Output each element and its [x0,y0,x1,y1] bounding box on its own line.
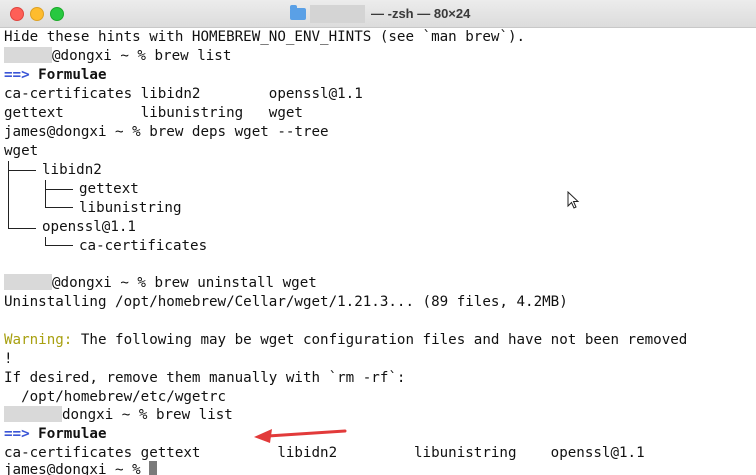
redacted-title [310,4,365,23]
prompt-command: @dongxi ~ % brew list [52,48,232,64]
warning-text: The following may be wget configuration … [72,332,688,348]
section-arrow: ==> [4,426,30,442]
tree-node-openssl: openssl@1.1 [42,219,136,235]
terminal-output[interactable]: Hide these hints with HOMEBREW_NO_ENV_HI… [0,28,756,475]
close-button[interactable] [10,7,24,21]
window-title: — -zsh — 80×24 [290,4,470,23]
path-line: /opt/homebrew/etc/wgetrc [4,389,227,405]
mouse-pointer-icon [567,191,580,209]
terminal-window: — -zsh — 80×24 Hide these hints with HOM… [0,0,756,475]
redacted-username [4,47,52,63]
list-row: gettext libunistring wget [4,105,303,121]
hint-line: If desired, remove them manually with `r… [4,370,406,386]
prompt-command: @dongxi ~ % brew uninstall wget [52,275,317,291]
formulae-header: ==> Formulae [4,425,107,443]
tree-connector [8,161,9,229]
tree-node-ca-certificates: ca-certificates [79,238,208,254]
tree-connector [45,207,73,208]
prompt-line: @dongxi ~ % brew uninstall wget [4,274,317,292]
list-row: ca-certificates gettext libidn2 libunist… [4,445,645,461]
prompt-line: james@dongxi ~ % brew deps wget --tree [4,124,329,140]
prompt-command: dongxi ~ % brew list [62,407,233,423]
tree-connector [8,170,36,171]
tree-node-libunistring: libunistring [79,200,182,216]
tree-node-libidn2: libidn2 [42,162,102,178]
tree-connector [8,228,36,229]
formulae-label: Formulae [29,426,107,442]
annotation-arrow-icon [254,429,347,443]
formulae-header: ==> Formulae [4,66,107,84]
tree-root: wget [4,143,39,159]
tree-node-gettext: gettext [79,181,139,197]
minimize-button[interactable] [30,7,44,21]
tree-connector [45,237,46,245]
uninstall-line: Uninstalling /opt/homebrew/Cellar/wget/1… [4,294,568,310]
tree-connector [45,245,73,246]
folder-icon [290,4,306,20]
tree-connector [45,189,73,190]
warning-label: Warning: [4,332,73,348]
window-title-text: — -zsh — 80×24 [371,6,471,21]
warning-line: Warning: The following may be wget confi… [4,331,687,349]
section-arrow: ==> [4,67,30,83]
prompt-line: dongxi ~ % brew list [4,406,233,424]
redacted-username [4,406,62,422]
bang-line: ! [4,351,13,367]
hint-line: Hide these hints with HOMEBREW_NO_ENV_HI… [4,29,526,45]
tree-connector [45,180,46,207]
text-cursor [149,461,158,475]
title-bar: — -zsh — 80×24 [0,0,756,28]
formulae-label: Formulae [29,67,107,83]
prompt-text: james@dongxi ~ % [4,462,150,475]
prompt-line: @dongxi ~ % brew list [4,47,231,65]
list-row: ca-certificates libidn2 openssl@1.1 [4,86,363,102]
maximize-button[interactable] [50,7,64,21]
redacted-username [4,274,52,290]
prompt-line: james@dongxi ~ % [4,461,158,475]
